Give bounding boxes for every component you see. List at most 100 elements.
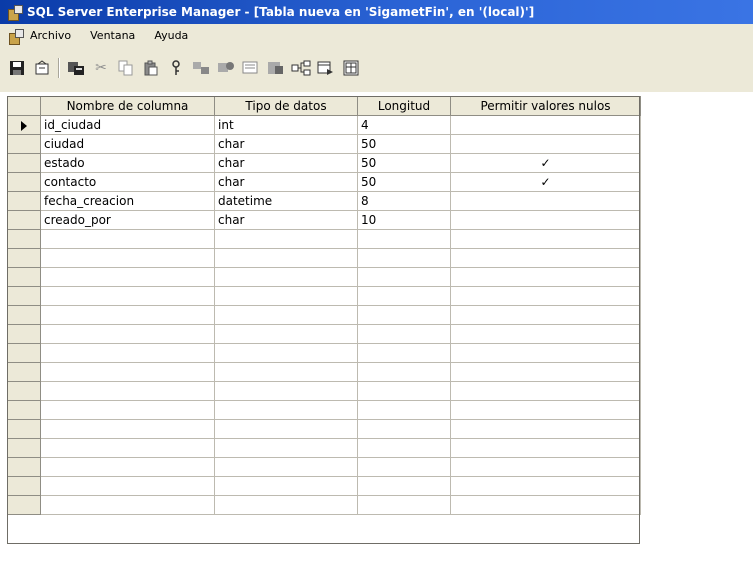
data-type-cell[interactable] <box>214 267 358 287</box>
length-cell[interactable] <box>357 419 451 439</box>
empty-row[interactable] <box>7 343 641 363</box>
row-selector[interactable] <box>7 419 41 439</box>
row-selector[interactable] <box>7 400 41 420</box>
row-selector[interactable] <box>7 286 41 306</box>
primary-key-icon[interactable] <box>165 57 187 79</box>
allow-nulls-cell[interactable] <box>450 248 641 268</box>
menu-ayuda[interactable]: Ayuda <box>154 29 188 42</box>
row-selector[interactable] <box>7 324 41 344</box>
column-name-cell[interactable] <box>40 286 215 306</box>
column-name-cell[interactable]: id_ciudad <box>40 115 215 135</box>
row-selector[interactable] <box>7 115 41 135</box>
empty-row[interactable] <box>7 476 641 496</box>
column-name-cell[interactable] <box>40 324 215 344</box>
data-type-cell[interactable] <box>214 248 358 268</box>
data-type-cell[interactable]: char <box>214 210 358 230</box>
allow-nulls-cell[interactable] <box>450 134 641 154</box>
column-name-cell[interactable] <box>40 476 215 496</box>
data-type-cell[interactable] <box>214 381 358 401</box>
column-name-cell[interactable]: estado <box>40 153 215 173</box>
length-cell[interactable] <box>357 438 451 458</box>
length-cell[interactable]: 10 <box>357 210 451 230</box>
empty-row[interactable] <box>7 362 641 382</box>
data-type-cell[interactable] <box>214 438 358 458</box>
empty-row[interactable] <box>7 400 641 420</box>
empty-row[interactable] <box>7 381 641 401</box>
column-name-cell[interactable]: creado_por <box>40 210 215 230</box>
allow-nulls-cell[interactable] <box>450 343 641 363</box>
delete-column-icon[interactable] <box>315 57 337 79</box>
allow-nulls-cell[interactable] <box>450 191 641 211</box>
manage-indexes-icon[interactable] <box>65 57 87 79</box>
column-name-cell[interactable]: contacto <box>40 172 215 192</box>
length-cell[interactable] <box>357 476 451 496</box>
allow-nulls-cell[interactable] <box>450 419 641 439</box>
data-type-cell[interactable] <box>214 229 358 249</box>
length-cell[interactable]: 50 <box>357 153 451 173</box>
length-cell[interactable] <box>357 495 451 515</box>
column-name-cell[interactable] <box>40 229 215 249</box>
save-icon[interactable] <box>6 57 28 79</box>
properties-icon[interactable] <box>31 57 53 79</box>
row-selector[interactable] <box>7 191 41 211</box>
header-column-name[interactable]: Nombre de columna <box>40 96 215 116</box>
row-selector[interactable] <box>7 134 41 154</box>
table-row[interactable]: contacto char 50 ✓ <box>7 172 641 192</box>
empty-row[interactable] <box>7 495 641 515</box>
length-cell[interactable] <box>357 343 451 363</box>
table-row[interactable]: fecha_creacion datetime 8 <box>7 191 641 211</box>
row-selector[interactable] <box>7 495 41 515</box>
insert-column-icon[interactable] <box>265 57 287 79</box>
header-length[interactable]: Longitud <box>357 96 451 116</box>
row-selector[interactable] <box>7 305 41 325</box>
generate-script-icon[interactable] <box>240 57 262 79</box>
row-selector[interactable] <box>7 153 41 173</box>
column-name-cell[interactable]: fecha_creacion <box>40 191 215 211</box>
column-name-cell[interactable]: ciudad <box>40 134 215 154</box>
table-row[interactable]: creado_por char 10 <box>7 210 641 230</box>
data-type-cell[interactable]: char <box>214 134 358 154</box>
column-name-cell[interactable] <box>40 267 215 287</box>
data-type-cell[interactable] <box>214 324 358 344</box>
column-name-cell[interactable] <box>40 305 215 325</box>
allow-nulls-cell[interactable] <box>450 495 641 515</box>
data-type-cell[interactable]: datetime <box>214 191 358 211</box>
table-row[interactable]: ciudad char 50 <box>7 134 641 154</box>
table-row[interactable]: estado char 50 ✓ <box>7 153 641 173</box>
paste-icon[interactable] <box>140 57 162 79</box>
data-type-cell[interactable] <box>214 476 358 496</box>
allow-nulls-cell[interactable] <box>450 286 641 306</box>
manage-constraints-icon[interactable] <box>215 57 237 79</box>
row-selector[interactable] <box>7 343 41 363</box>
allow-nulls-cell[interactable] <box>450 362 641 382</box>
row-selector[interactable] <box>7 457 41 477</box>
length-cell[interactable] <box>357 381 451 401</box>
row-selector[interactable] <box>7 362 41 382</box>
manage-relationships-icon[interactable] <box>190 57 212 79</box>
column-name-cell[interactable] <box>40 362 215 382</box>
data-type-cell[interactable]: char <box>214 153 358 173</box>
row-selector[interactable] <box>7 172 41 192</box>
empty-row[interactable] <box>7 324 641 344</box>
length-cell[interactable] <box>357 457 451 477</box>
data-type-cell[interactable] <box>214 495 358 515</box>
allow-nulls-cell[interactable] <box>450 267 641 287</box>
menu-ventana[interactable]: Ventana <box>90 29 135 42</box>
table-view-icon[interactable] <box>340 57 362 79</box>
header-data-type[interactable]: Tipo de datos <box>214 96 358 116</box>
menu-archivo[interactable]: Archivo <box>30 29 71 42</box>
document-icon[interactable] <box>8 28 24 45</box>
data-type-cell[interactable] <box>214 286 358 306</box>
data-type-cell[interactable]: char <box>214 172 358 192</box>
column-name-cell[interactable] <box>40 457 215 477</box>
empty-row[interactable] <box>7 419 641 439</box>
allow-nulls-cell[interactable]: ✓ <box>450 153 641 173</box>
data-type-cell[interactable] <box>214 305 358 325</box>
allow-nulls-cell[interactable] <box>450 229 641 249</box>
row-selector[interactable] <box>7 248 41 268</box>
data-type-cell[interactable] <box>214 343 358 363</box>
length-cell[interactable] <box>357 400 451 420</box>
length-cell[interactable]: 4 <box>357 115 451 135</box>
data-type-cell[interactable] <box>214 400 358 420</box>
length-cell[interactable] <box>357 362 451 382</box>
